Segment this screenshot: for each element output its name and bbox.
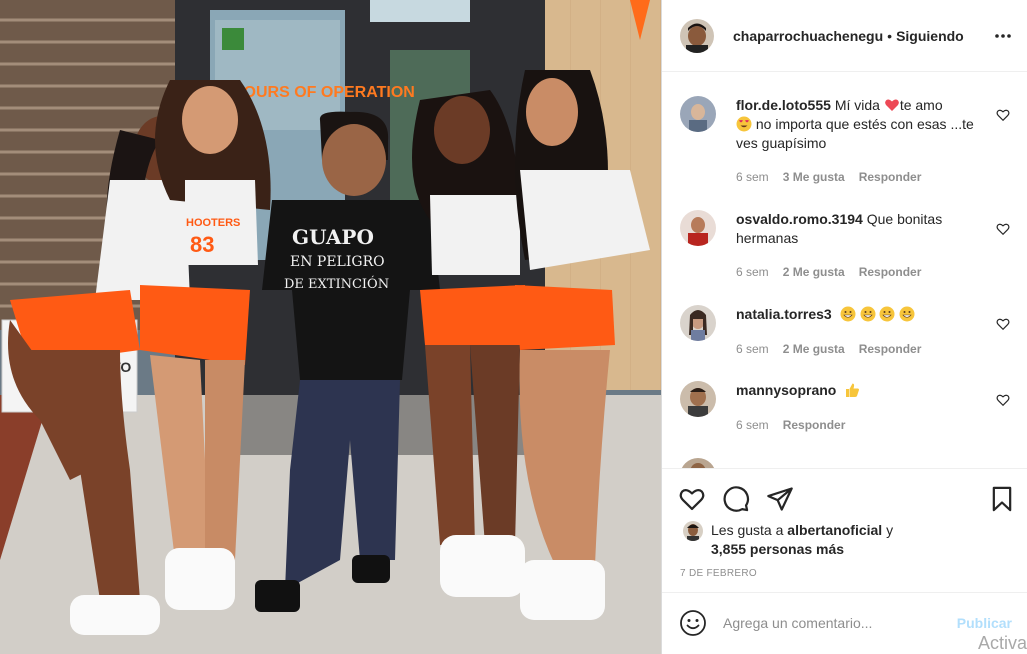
comment-likes-count[interactable]: 2 Me gusta (783, 342, 845, 356)
comment-heart-icon[interactable] (996, 393, 1010, 407)
red-heart-emoji-icon (884, 99, 899, 111)
more-options-icon[interactable] (994, 27, 1012, 45)
comment-text: Mí vida (834, 97, 880, 113)
commenter-avatar[interactable] (680, 210, 716, 246)
reply-button[interactable]: Responder (783, 418, 846, 432)
grinning-emoji-icon (899, 306, 915, 322)
follow-status-button[interactable]: Siguiendo (896, 28, 964, 44)
separator-dot: • (887, 27, 893, 44)
comment-text-part-3: no importa que estés con esas ...te ves … (736, 116, 974, 151)
commenter-avatar[interactable] (680, 381, 716, 417)
author-username[interactable]: chaparrochuachenegu (733, 28, 883, 44)
shirt-text-3: DE EXTINCIÓN (284, 275, 389, 292)
likes-prefix: Les gusta a (711, 522, 784, 538)
post-photo[interactable]: HOURS OF OPERATION ATO (0, 0, 661, 654)
commenter-username[interactable]: osvaldo.romo.3194 (736, 211, 863, 227)
comment-time: 6 sem (736, 418, 769, 432)
commenter-username[interactable]: mannysoprano (736, 382, 836, 398)
comment-time: 6 sem (736, 170, 769, 184)
comment-text-part-2: te amo (899, 97, 943, 113)
comments-list[interactable]: flor.de.loto555 Mí vida te amo no import… (662, 72, 1027, 468)
likes-joiner: y (886, 522, 894, 538)
commenter-username[interactable]: flor.de.loto555 (736, 97, 831, 113)
grinning-emoji-icon (879, 306, 895, 322)
door-sign-text: HOURS OF OPERATION (232, 84, 415, 101)
likes-others-count[interactable]: 3,855 personas más (711, 541, 844, 557)
heart-eyes-emoji-icon (736, 116, 752, 132)
comment-input[interactable] (723, 612, 943, 634)
grinning-emoji-icon (840, 306, 856, 322)
comment-heart-icon[interactable] (996, 317, 1010, 331)
comment-heart-icon[interactable] (996, 108, 1010, 122)
thumbs-up-emoji-icon (846, 383, 860, 397)
reply-button[interactable]: Responder (859, 170, 922, 184)
commenter-avatar[interactable] (680, 458, 716, 468)
post-date[interactable]: 7 DE FEBRERO (680, 568, 757, 579)
jersey-number-text: 83 (190, 232, 214, 257)
bookmark-icon[interactable] (988, 485, 1016, 513)
likes-summary: Les gusta a albertanoficial y 3,855 pers… (683, 521, 893, 559)
post-side-panel: chaparrochuachenegu • Siguiendo flor.de.… (661, 0, 1027, 654)
smiley-icon[interactable] (679, 609, 707, 637)
liker-username[interactable]: albertanoficial (787, 522, 882, 538)
commenter-avatar[interactable] (680, 96, 716, 132)
post-actions-bar: Les gusta a albertanoficial y 3,855 pers… (662, 468, 1027, 592)
heart-icon[interactable] (678, 485, 706, 513)
publish-button[interactable]: Publicar (957, 615, 1012, 631)
add-comment-bar: Publicar (662, 592, 1027, 654)
paper-plane-icon[interactable] (766, 485, 794, 513)
commenter-avatar[interactable] (680, 305, 716, 341)
comment-heart-icon[interactable] (996, 222, 1010, 236)
grinning-emoji-icon (860, 306, 875, 322)
shirt-text-1: GUAPO (292, 225, 374, 249)
comment-time: 6 sem (736, 342, 769, 356)
liker-avatar[interactable] (683, 521, 703, 541)
shirt-text-2: EN PELIGRO (290, 254, 385, 270)
comment-bubble-icon[interactable] (722, 485, 750, 513)
activation-watermark: Activa (977, 633, 1027, 653)
reply-button[interactable]: Responder (859, 265, 922, 279)
commenter-username[interactable]: natalia.torres3 (736, 306, 832, 322)
comment-likes-count[interactable]: 3 Me gusta (783, 170, 845, 184)
comment-likes-count[interactable]: 2 Me gusta (783, 265, 845, 279)
reply-button[interactable]: Responder (859, 342, 922, 356)
comment-time: 6 sem (736, 265, 769, 279)
jersey-brand-text: HOOTERS (186, 217, 240, 229)
post-header: chaparrochuachenegu • Siguiendo (662, 0, 1027, 72)
author-avatar[interactable] (680, 18, 714, 53)
